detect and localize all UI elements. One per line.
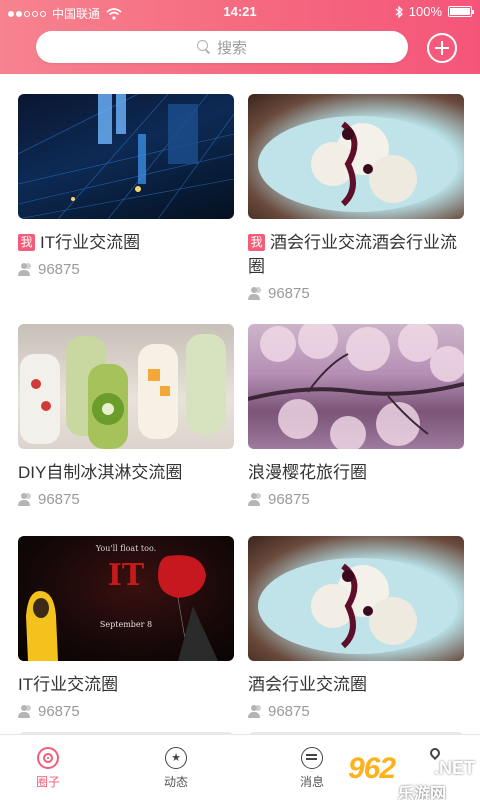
members-icon — [18, 493, 33, 506]
status-bar: 中国联通 14:21 100% — [0, 0, 480, 24]
battery-percent: 100% — [408, 4, 442, 19]
circle-title-text: IT行业交流圈 — [40, 233, 141, 252]
circle-card[interactable]: 我 IT行业交流圈 96875 — [18, 94, 234, 278]
member-count-value: 96875 — [268, 491, 310, 508]
circle-title: 浪漫樱花旅行圈 — [248, 463, 367, 482]
member-count: 96875 — [248, 285, 464, 302]
members-icon — [248, 493, 263, 506]
circle-title: 我酒会行业交流酒会行业流圈 — [248, 231, 464, 279]
circle-title: 我 IT行业交流圈 — [18, 231, 234, 255]
member-count-value: 96875 — [268, 703, 310, 720]
circle-title-text: 酒会行业交流酒会行业流圈 — [248, 233, 457, 276]
member-count: 96875 — [18, 703, 234, 720]
circle-cover-image — [248, 94, 464, 219]
members-icon — [248, 705, 263, 718]
circle-cover-image: You'll float too. IT September 8 — [18, 536, 234, 661]
circle-title: DIY自制冰淇淋交流圈 — [18, 463, 183, 482]
circle-cover-image — [18, 324, 234, 449]
battery-icon — [448, 6, 474, 17]
circle-card[interactable]: 酒会行业交流圈 96875 — [248, 536, 464, 720]
search-placeholder: 搜索 — [216, 39, 247, 57]
watermark-sub: 乐游网 — [398, 786, 447, 800]
watermark-main: 962 — [348, 752, 396, 785]
search-icon — [196, 40, 211, 54]
message-icon — [301, 747, 323, 769]
members-icon — [248, 287, 263, 300]
circle-card[interactable]: DIY自制冰淇淋交流圈 96875 — [18, 324, 234, 508]
watermark-net: .NET — [434, 758, 476, 778]
add-circle-button[interactable] — [427, 33, 457, 63]
tab-messages[interactable]: 消息 — [282, 747, 342, 790]
tab-label: 圈子 — [35, 775, 60, 789]
member-count-value: 96875 — [38, 261, 80, 278]
tab-label: 动态 — [163, 775, 188, 789]
circle-icon — [37, 747, 59, 769]
circle-cover-image — [248, 324, 464, 449]
circle-title: 酒会行业交流圈 — [248, 675, 367, 694]
member-count: 96875 — [248, 491, 464, 508]
member-count: 96875 — [248, 703, 464, 720]
member-count-value: 96875 — [268, 285, 310, 302]
circle-card[interactable]: You'll float too. IT September 8 IT行业交流圈… — [18, 536, 234, 720]
watermark-logo: 962 .NET 乐游网 — [340, 745, 480, 800]
search-input[interactable]: 搜索 — [36, 31, 408, 63]
members-icon — [18, 263, 33, 276]
tab-circles[interactable]: 圈子 — [18, 747, 78, 790]
mine-badge: 我 — [18, 234, 35, 251]
member-count: 96875 — [18, 261, 234, 278]
header: 中国联通 14:21 100% 搜索 — [0, 0, 480, 74]
bluetooth-icon — [395, 5, 403, 18]
circle-card[interactable]: 浪漫樱花旅行圈 96875 — [248, 324, 464, 508]
circle-grid: 我 IT行业交流圈 96875 我酒会行业交流酒会行业流圈 96875 DIY自… — [0, 74, 480, 734]
poster-date: September 8 — [99, 620, 153, 629]
tab-label: 消息 — [299, 775, 324, 789]
members-icon — [18, 705, 33, 718]
poster-tagline: You'll float too. — [95, 544, 157, 553]
poster-title: IT — [107, 558, 145, 593]
circle-cover-image — [248, 536, 464, 661]
feed-icon — [165, 747, 187, 769]
circle-cover-image — [18, 94, 234, 219]
member-count-value: 96875 — [38, 703, 80, 720]
circle-card[interactable]: 我酒会行业交流酒会行业流圈 96875 — [248, 94, 464, 302]
tab-feed[interactable]: 动态 — [146, 747, 206, 790]
member-count-value: 96875 — [38, 491, 80, 508]
member-count: 96875 — [18, 491, 234, 508]
mine-badge: 我 — [248, 234, 265, 251]
circle-title: IT行业交流圈 — [18, 675, 119, 694]
